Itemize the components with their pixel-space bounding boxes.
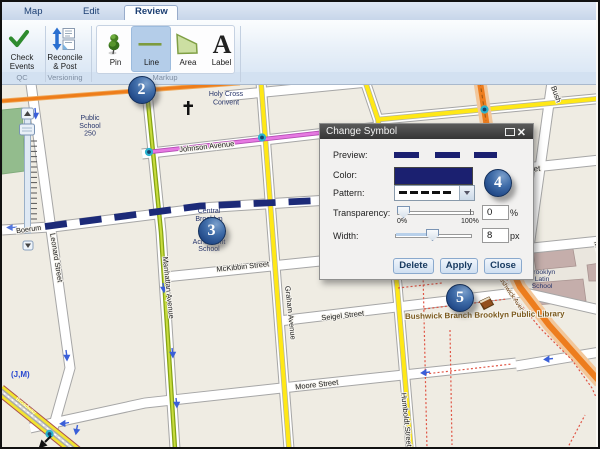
svg-text:Holy Cross: Holy Cross	[209, 91, 244, 98]
svg-text:Convent: Convent	[213, 100, 239, 107]
svg-text:Central: Central	[198, 208, 221, 215]
svg-text:Public: Public	[80, 115, 100, 122]
svg-text:(J,M): (J,M)	[11, 370, 30, 379]
svg-text:School: School	[532, 283, 553, 290]
svg-text:School: School	[198, 246, 220, 253]
svg-text:Latin: Latin	[535, 276, 550, 283]
svg-text:A: A	[213, 30, 232, 59]
svg-text:250: 250	[84, 131, 96, 138]
svg-text:School: School	[79, 123, 101, 130]
